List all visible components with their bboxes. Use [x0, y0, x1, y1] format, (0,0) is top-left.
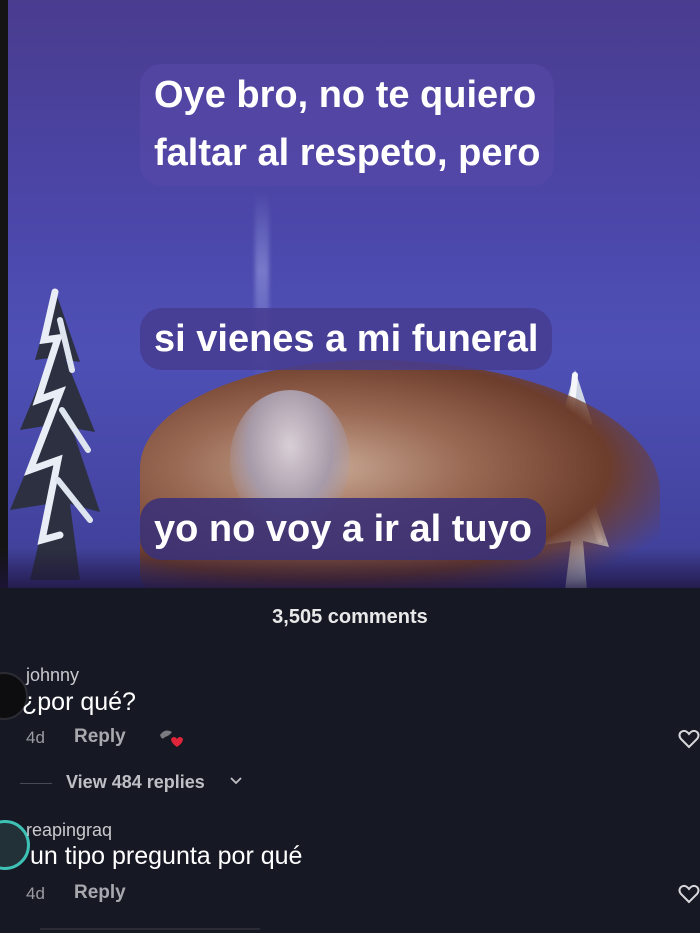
comment-text: ¿por qué? — [22, 688, 136, 716]
caption-block-top: Oye bro, no te quiero faltar al respeto,… — [140, 64, 555, 186]
comment-meta: 4d Reply — [26, 882, 126, 904]
caption-line-3: si vienes a mi funeral — [140, 308, 553, 370]
like-heart-icon[interactable] — [678, 728, 700, 750]
caption-line-4: yo no voy a ir al tuyo — [140, 498, 546, 560]
video-player[interactable]: Oye bro, no te quiero faltar al respeto,… — [0, 0, 700, 588]
replies-divider — [20, 783, 52, 784]
reply-button[interactable]: Reply — [74, 726, 126, 748]
comment-meta: 4d Reply — [26, 726, 126, 748]
comment-username[interactable]: johnny — [26, 665, 79, 686]
comment-age: 4d — [26, 884, 45, 903]
view-replies-label: View 484 replies — [66, 772, 205, 792]
reaction-sticker-icon — [160, 730, 183, 747]
caption-line-1: Oye bro, no te quiero — [154, 74, 537, 116]
next-comment-divider — [40, 928, 260, 930]
caption-line-2: faltar al respeto, pero — [154, 132, 541, 174]
like-heart-icon[interactable] — [678, 883, 700, 905]
chevron-down-icon — [230, 777, 242, 785]
comments-count: 3,505 comments — [272, 606, 428, 628]
snowy-tree-left — [10, 288, 100, 580]
reply-button[interactable]: Reply — [74, 882, 126, 904]
comment-age: 4d — [26, 728, 45, 747]
comment-text: un tipo pregunta por qué — [30, 842, 303, 870]
comment-username[interactable]: reapingraq — [26, 820, 112, 841]
view-replies-button[interactable]: View 484 replies — [20, 772, 420, 796]
